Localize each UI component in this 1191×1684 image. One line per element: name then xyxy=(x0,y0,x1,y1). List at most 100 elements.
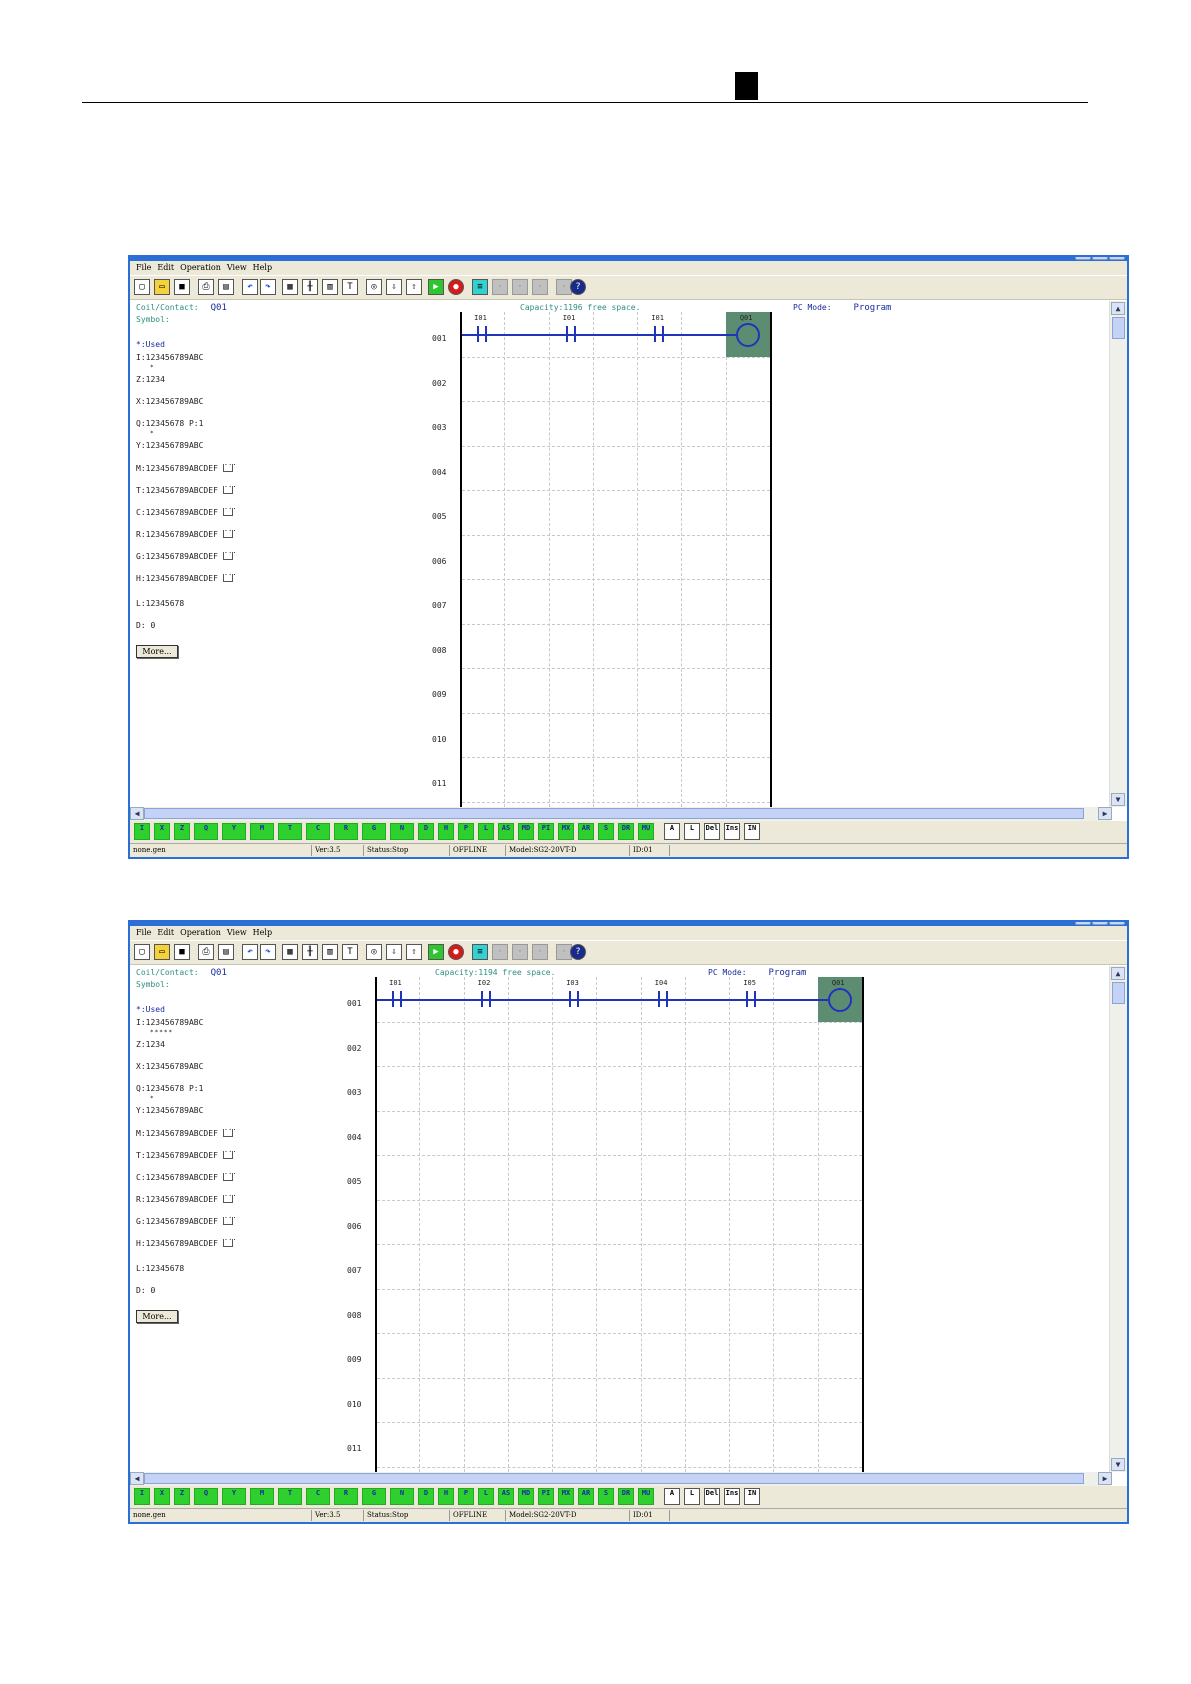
scroll-left-icon[interactable]: ◀ xyxy=(130,807,144,820)
menu-operation[interactable]: Operation xyxy=(180,261,221,275)
vertical-scrollbar[interactable]: ▲ ▼ xyxy=(1109,966,1127,1472)
var-h-more-button[interactable] xyxy=(222,569,237,582)
maximize-button[interactable] xyxy=(1092,922,1108,925)
scroll-left-icon[interactable]: ◀ xyxy=(130,1472,144,1485)
menu-edit[interactable]: Edit xyxy=(157,261,174,275)
insert-line-button[interactable]: IN xyxy=(744,1488,760,1505)
contact-symbol[interactable] xyxy=(564,326,578,342)
var-c-more-button[interactable] xyxy=(222,1168,237,1181)
help-icon[interactable]: ? xyxy=(570,944,586,960)
menu-edit[interactable]: Edit xyxy=(157,926,174,940)
s-coil-button[interactable]: S xyxy=(598,823,614,840)
as-coil-button[interactable]: AS xyxy=(498,823,514,840)
var-h-more-button[interactable] xyxy=(222,1234,237,1247)
compare-icon[interactable]: ≡ xyxy=(472,944,488,960)
undo-icon[interactable]: ↶ xyxy=(242,279,258,295)
mu-coil-button[interactable]: MU xyxy=(638,823,654,840)
print-icon[interactable]: ⎙ xyxy=(198,279,214,295)
pi-coil-button[interactable]: PI xyxy=(538,1488,554,1505)
run-icon[interactable]: ▶ xyxy=(428,279,444,295)
l-coil-button[interactable]: L xyxy=(478,1488,494,1505)
p-coil-button[interactable]: P xyxy=(458,1488,474,1505)
x-contact-button[interactable]: X xyxy=(154,823,170,840)
contact-symbol[interactable] xyxy=(652,326,666,342)
contact-symbol[interactable] xyxy=(656,991,670,1007)
h-coil-button[interactable]: H xyxy=(438,823,454,840)
mu-coil-button[interactable]: MU xyxy=(638,1488,654,1505)
md-coil-button[interactable]: MD xyxy=(518,823,534,840)
redo-icon[interactable]: ↷ xyxy=(260,944,276,960)
var-g-more-button[interactable] xyxy=(222,1212,237,1225)
close-button[interactable] xyxy=(1109,922,1125,925)
dr-coil-button[interactable]: DR xyxy=(618,823,634,840)
h-coil-button[interactable]: H xyxy=(438,1488,454,1505)
menu-file[interactable]: File xyxy=(136,926,151,940)
d-coil-button[interactable]: D xyxy=(418,823,434,840)
menu-operation[interactable]: Operation xyxy=(180,926,221,940)
m-coil-button[interactable]: M xyxy=(250,1488,274,1505)
scroll-up-icon[interactable]: ▲ xyxy=(1111,967,1125,980)
text-icon[interactable]: T xyxy=(342,279,358,295)
write-icon[interactable]: ⇧ xyxy=(406,944,422,960)
n-coil-button[interactable]: N xyxy=(390,1488,414,1505)
read-icon[interactable]: ⇩ xyxy=(386,279,402,295)
n-coil-button[interactable]: N xyxy=(390,823,414,840)
var-t-more-button[interactable] xyxy=(222,481,237,494)
dr-coil-button[interactable]: DR xyxy=(618,1488,634,1505)
horizontal-scroll-thumb[interactable] xyxy=(144,808,1084,819)
help-icon[interactable]: ? xyxy=(570,279,586,295)
q-coil-button[interactable]: Q xyxy=(194,1488,218,1505)
insert-button[interactable]: Ins xyxy=(724,823,740,840)
horizontal-scrollbar[interactable]: ◀ ▶ xyxy=(130,1472,1112,1486)
mx-coil-button[interactable]: MX xyxy=(558,823,574,840)
var-t-more-button[interactable] xyxy=(222,1146,237,1159)
fbd-icon[interactable]: ▥ xyxy=(322,279,338,295)
scroll-right-icon[interactable]: ▶ xyxy=(1098,807,1112,820)
new-icon[interactable]: ▢ xyxy=(134,279,150,295)
preview-icon[interactable]: ▤ xyxy=(218,279,234,295)
vertical-scroll-thumb[interactable] xyxy=(1112,982,1125,1004)
vertical-line-button[interactable]: L xyxy=(684,823,700,840)
y-coil-button[interactable]: Y xyxy=(222,823,246,840)
contact-symbol[interactable] xyxy=(390,991,404,1007)
read-icon[interactable]: ⇩ xyxy=(386,944,402,960)
scroll-up-icon[interactable]: ▲ xyxy=(1111,302,1125,315)
ar-coil-button[interactable]: AR xyxy=(578,1488,594,1505)
t-coil-button[interactable]: T xyxy=(278,823,302,840)
d-coil-button[interactable]: D xyxy=(418,1488,434,1505)
g-coil-button[interactable]: G xyxy=(362,823,386,840)
minimize-button[interactable] xyxy=(1075,257,1091,260)
vertical-scrollbar[interactable]: ▲ ▼ xyxy=(1109,301,1127,807)
minimize-button[interactable] xyxy=(1075,922,1091,925)
monitor-icon[interactable]: ▦ xyxy=(282,279,298,295)
ladder-icon[interactable]: ╫ xyxy=(302,944,318,960)
x-contact-button[interactable]: X xyxy=(154,1488,170,1505)
write-icon[interactable]: ⇧ xyxy=(406,279,422,295)
maximize-button[interactable] xyxy=(1092,257,1108,260)
insert-button[interactable]: Ins xyxy=(724,1488,740,1505)
scroll-down-icon[interactable]: ▼ xyxy=(1111,1458,1125,1471)
i-contact-button[interactable]: I xyxy=(134,823,150,840)
t-coil-button[interactable]: T xyxy=(278,1488,302,1505)
delete-button[interactable]: Del xyxy=(704,823,720,840)
ar-coil-button[interactable]: AR xyxy=(578,823,594,840)
menu-view[interactable]: View xyxy=(227,261,247,275)
m-coil-button[interactable]: M xyxy=(250,823,274,840)
s-coil-button[interactable]: S xyxy=(598,1488,614,1505)
monitor-icon[interactable]: ▦ xyxy=(282,944,298,960)
menu-help[interactable]: Help xyxy=(253,261,272,275)
q-coil-button[interactable]: Q xyxy=(194,823,218,840)
p-coil-button[interactable]: P xyxy=(458,823,474,840)
ladder-icon[interactable]: ╫ xyxy=(302,279,318,295)
save-icon[interactable]: ■ xyxy=(174,279,190,295)
new-icon[interactable]: ▢ xyxy=(134,944,150,960)
scroll-right-icon[interactable]: ▶ xyxy=(1098,1472,1112,1485)
c-coil-button[interactable]: C xyxy=(306,1488,330,1505)
vertical-scroll-thumb[interactable] xyxy=(1112,317,1125,339)
i-contact-button[interactable]: I xyxy=(134,1488,150,1505)
horizontal-scrollbar[interactable]: ◀ ▶ xyxy=(130,807,1112,821)
halt-icon[interactable]: ● xyxy=(448,279,464,295)
menu-help[interactable]: Help xyxy=(253,926,272,940)
l-coil-button[interactable]: L xyxy=(478,823,494,840)
close-button[interactable] xyxy=(1109,257,1125,260)
